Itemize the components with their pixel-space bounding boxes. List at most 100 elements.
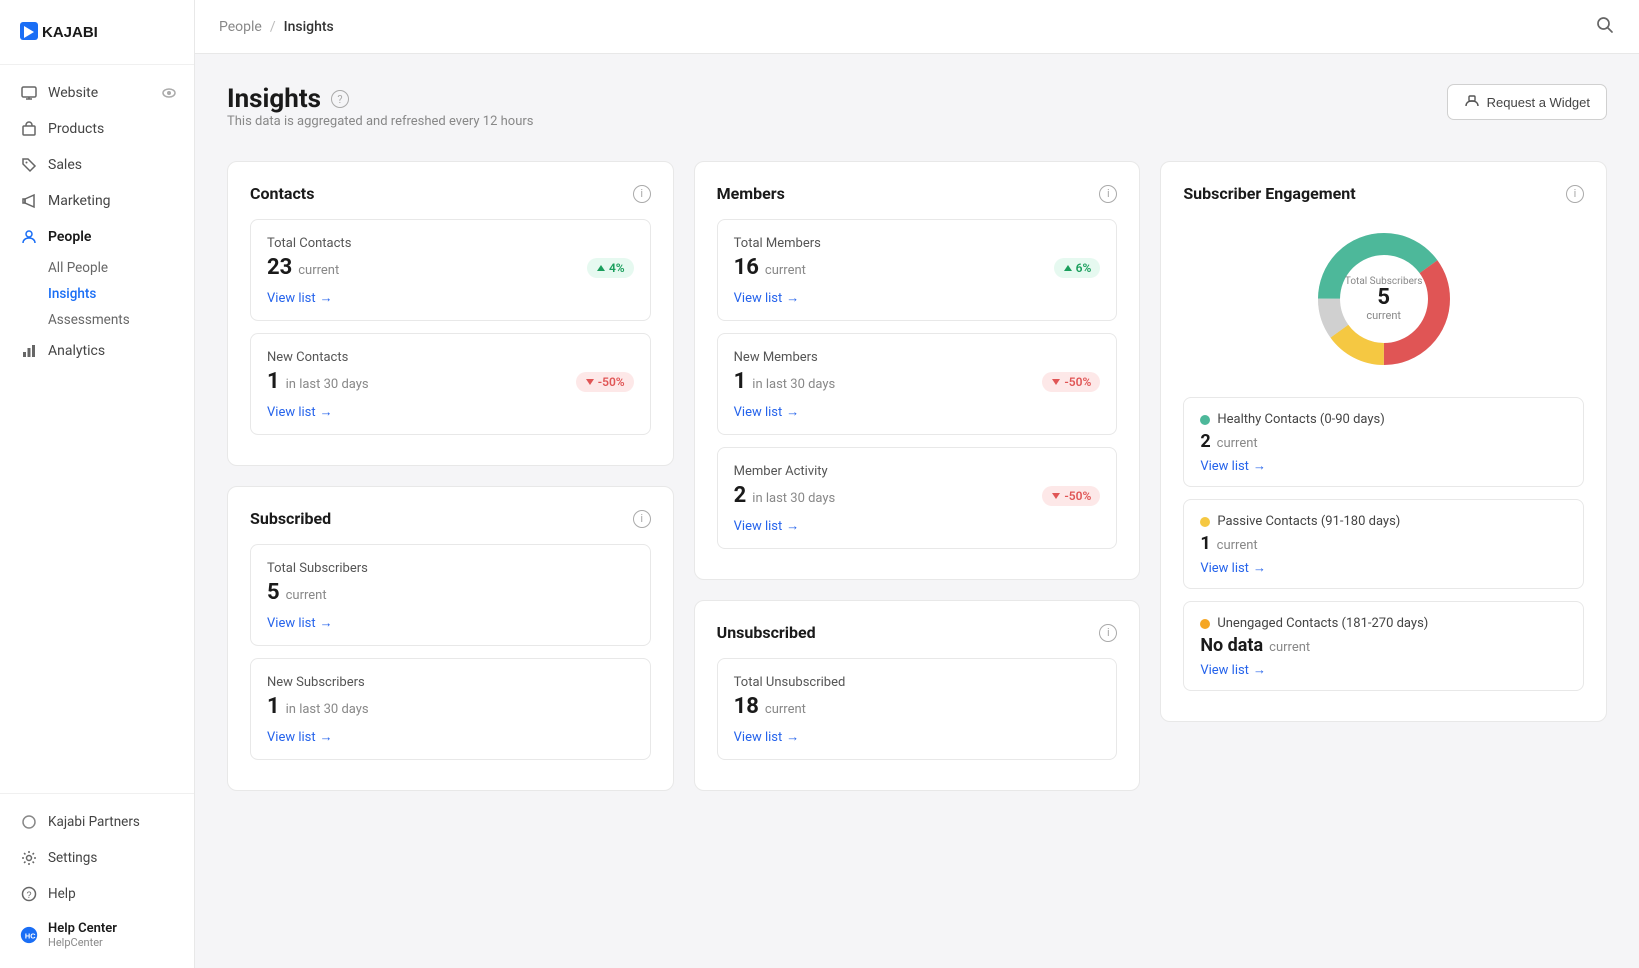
total-contacts-label: Total Contacts — [267, 236, 634, 251]
eye-icon — [160, 84, 178, 102]
passive-dot — [1200, 517, 1210, 527]
unsubscribed-header: Unsubscribed i — [717, 623, 1118, 642]
sidebar-item-help-center[interactable]: HC Help Center HelpCenter — [0, 912, 194, 958]
circle-icon — [20, 813, 38, 831]
breadcrumb-parent[interactable]: People — [219, 19, 262, 35]
sidebar-item-analytics[interactable]: Analytics — [0, 333, 194, 369]
total-members-view-list[interactable]: View list → — [734, 290, 1101, 306]
page-title: Insights — [227, 84, 321, 114]
sidebar-sub-people: All People Insights Assessments — [0, 255, 194, 333]
total-members-period: current — [765, 263, 806, 278]
sidebar-item-all-people[interactable]: All People — [48, 255, 194, 281]
sidebar-item-assessments[interactable]: Assessments — [48, 307, 194, 333]
main: People / Insights Insights ? This data i… — [195, 0, 1639, 968]
new-members-value: 1 — [734, 369, 747, 394]
total-subscribers-value: 5 — [267, 580, 280, 605]
sidebar-item-website[interactable]: Website — [0, 75, 194, 111]
new-contacts-card: New Contacts 1 in last 30 days -50% — [250, 333, 651, 435]
new-subscribers-view-list[interactable]: View list → — [267, 729, 634, 745]
tag-icon — [20, 156, 38, 174]
user-icon — [20, 228, 38, 246]
help-center-icon: HC — [20, 926, 38, 944]
new-subscribers-period: in last 30 days — [286, 702, 369, 717]
sidebar-item-insights[interactable]: Insights — [48, 281, 194, 307]
passive-value: 1 — [1200, 533, 1210, 554]
total-members-row: 16 current 6% — [734, 255, 1101, 280]
subscribed-title: Subscribed — [250, 509, 331, 528]
sidebar-item-products-label: Products — [48, 121, 104, 137]
passive-contacts-card: Passive Contacts (91-180 days) 1 current… — [1183, 499, 1584, 589]
donut-chart-container: Total Subscribers 5 current — [1183, 219, 1584, 379]
total-contacts-badge: 4% — [587, 258, 634, 278]
total-unsubscribed-row: 18 current — [734, 694, 1101, 719]
new-members-card: New Members 1 in last 30 days -50% — [717, 333, 1118, 435]
help-center-label: Help Center — [48, 921, 117, 936]
search-button[interactable] — [1595, 15, 1615, 39]
contacts-section: Contacts i Total Contacts 23 current — [227, 161, 674, 466]
sidebar-item-help[interactable]: ? Help — [0, 876, 194, 912]
healthy-view-list[interactable]: View list → — [1200, 458, 1567, 474]
total-contacts-view-list[interactable]: View list → — [267, 290, 634, 306]
unsubscribed-section: Unsubscribed i Total Unsubscribed 18 cur… — [694, 600, 1141, 791]
contacts-info-icon[interactable]: i — [633, 185, 651, 203]
sidebar-item-settings-label: Settings — [48, 850, 97, 866]
topbar: People / Insights — [195, 0, 1639, 54]
sidebar-item-help-label: Help — [48, 886, 76, 902]
engagement-column: Subscriber Engagement i — [1160, 161, 1607, 791]
total-subscribers-row: 5 current — [267, 580, 634, 605]
unengaged-period: current — [1269, 640, 1310, 655]
sidebar-item-people[interactable]: People — [0, 219, 194, 255]
page-info-icon[interactable]: ? — [331, 90, 349, 108]
total-subscribers-view-list[interactable]: View list → — [267, 615, 634, 631]
member-activity-card: Member Activity 2 in last 30 days -50% — [717, 447, 1118, 549]
sidebar-item-sales[interactable]: Sales — [0, 147, 194, 183]
total-unsubscribed-view-list[interactable]: View list → — [734, 729, 1101, 745]
new-contacts-period: in last 30 days — [286, 377, 369, 392]
total-subscribers-period: current — [286, 588, 327, 603]
members-info-icon[interactable]: i — [1099, 185, 1117, 203]
passive-view-list[interactable]: View list → — [1200, 560, 1567, 576]
new-subscribers-label: New Subscribers — [267, 675, 634, 690]
request-widget-button[interactable]: Request a Widget — [1447, 84, 1607, 120]
total-unsubscribed-period: current — [765, 702, 806, 717]
new-contacts-view-list[interactable]: View list → — [267, 404, 634, 420]
passive-label: Passive Contacts (91-180 days) — [1217, 514, 1400, 529]
total-subscribers-card: Total Subscribers 5 current View list → — [250, 544, 651, 646]
question-icon: ? — [20, 885, 38, 903]
page-title-row: Insights ? — [227, 84, 534, 114]
contacts-title: Contacts — [250, 184, 314, 203]
new-members-label: New Members — [734, 350, 1101, 365]
sidebar-item-website-label: Website — [48, 85, 98, 101]
sidebar-item-marketing-label: Marketing — [48, 193, 111, 209]
subscribed-header: Subscribed i — [250, 509, 651, 528]
subscriber-engagement-section: Subscriber Engagement i — [1160, 161, 1607, 722]
member-activity-view-list[interactable]: View list → — [734, 518, 1101, 534]
box-icon — [20, 120, 38, 138]
new-members-period: in last 30 days — [752, 377, 835, 392]
healthy-value: 2 — [1200, 431, 1210, 452]
total-subscribers-label: Total Subscribers — [267, 561, 634, 576]
page-subtitle: This data is aggregated and refreshed ev… — [227, 114, 534, 129]
unsubscribed-info-icon[interactable]: i — [1099, 624, 1117, 642]
new-members-view-list[interactable]: View list → — [734, 404, 1101, 420]
sidebar-item-kajabi-partners[interactable]: Kajabi Partners — [0, 804, 194, 840]
unengaged-view-list[interactable]: View list → — [1200, 662, 1567, 678]
unengaged-dot — [1200, 619, 1210, 629]
sidebar-item-marketing[interactable]: Marketing — [0, 183, 194, 219]
total-contacts-period: current — [298, 263, 339, 278]
sidebar-item-settings[interactable]: Settings — [0, 840, 194, 876]
donut-chart: Total Subscribers 5 current — [1304, 219, 1464, 379]
insights-grid: Contacts i Total Contacts 23 current — [227, 161, 1607, 791]
sidebar-item-analytics-label: Analytics — [48, 343, 105, 359]
healthy-row: Healthy Contacts (0-90 days) — [1200, 412, 1567, 427]
total-members-badge: 6% — [1054, 258, 1101, 278]
member-activity-value: 2 — [734, 483, 747, 508]
new-members-badge: -50% — [1042, 372, 1100, 392]
engagement-info-icon[interactable]: i — [1566, 185, 1584, 203]
healthy-period: current — [1217, 436, 1258, 451]
sidebar-item-products[interactable]: Products — [0, 111, 194, 147]
subscribed-info-icon[interactable]: i — [633, 510, 651, 528]
subscribed-section: Subscribed i Total Subscribers 5 current — [227, 486, 674, 791]
sidebar: KAJABI Website Products Sales — [0, 0, 195, 968]
svg-text:?: ? — [27, 890, 32, 900]
